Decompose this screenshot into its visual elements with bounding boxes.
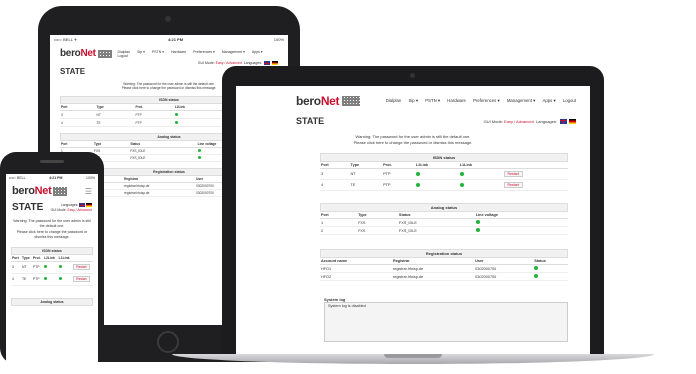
table-row: HFO1registrar.hfoisp.de0302000700 — [320, 264, 568, 274]
phone-header: beroNet ☰ — [6, 182, 98, 200]
nav-dialplan[interactable]: Dialplan — [386, 98, 402, 103]
tablet-nav-hardware[interactable]: Hardware — [171, 50, 186, 54]
status-ok-icon — [43, 264, 48, 269]
phone-flag-de-icon[interactable] — [86, 203, 92, 208]
tablet-flag-uk-icon[interactable] — [264, 61, 270, 65]
registration-section: Registration status Account name Registra… — [320, 249, 568, 282]
table-row: 2FXSFXS_IDLE — [320, 226, 568, 236]
phone-device: ••••○ BELL 4:21 PM 100% beroNet ☰ STATE … — [0, 152, 104, 364]
l2link-status-icon — [415, 182, 420, 187]
nav-management[interactable]: Management ▾ — [507, 98, 535, 103]
nav-hardware[interactable]: Hardware — [447, 98, 466, 103]
line-voltage-status-icon — [475, 220, 480, 225]
restart-button[interactable]: Restart — [503, 171, 523, 178]
analog-section: Analog status Port Type Status Line voltage… — [320, 203, 568, 236]
registration-status-icon — [534, 266, 539, 271]
tablet-nav-apps[interactable]: Apps ▾ — [252, 50, 263, 54]
table-row: 3 NT PTP Restart — [320, 168, 568, 181]
page-title: STATE — [296, 116, 325, 126]
tablet-logo-grid-icon — [97, 49, 112, 58]
phone-page-title: STATE — [12, 202, 44, 213]
warning-message: Warning: The password for the user admin… — [353, 134, 473, 145]
tablet-nav-sip[interactable]: Sip ▾ — [137, 50, 145, 54]
nav-sip[interactable]: Sip ▾ — [408, 98, 418, 103]
tablet-camera — [165, 16, 171, 22]
l1link-status-icon — [459, 182, 464, 187]
status-ok-icon — [174, 112, 178, 116]
phone-screen: ••••○ BELL 4:21 PM 100% beroNet ☰ STATE … — [6, 174, 98, 364]
tablet-flag-de-icon[interactable] — [272, 61, 278, 65]
hamburger-menu-icon[interactable]: ☰ — [85, 187, 92, 196]
restart-button[interactable]: Restart — [503, 182, 523, 189]
tablet-home-button[interactable] — [157, 331, 179, 353]
laptop-camera — [410, 73, 415, 78]
isdn-section: ISDN status Port Type Prot. L2Link L1Link 3N… — [320, 153, 568, 192]
tablet-nav-preferences[interactable]: Preferences ▾ — [193, 50, 215, 54]
status-ok-icon — [58, 264, 63, 269]
status-ok-icon — [174, 120, 178, 124]
status-ok-icon — [197, 149, 201, 152]
tablet-nav-logout[interactable]: Logout — [118, 54, 129, 58]
flag-de-icon[interactable] — [569, 118, 576, 124]
phone-warning: Warning: The password for the user admin… — [13, 219, 91, 240]
tablet-status-bar: ••••○ BELL ✈ 4:21 PM 100% — [54, 37, 284, 42]
phone-speaker — [40, 160, 64, 163]
table-row: 3 NT PTP Restart — [11, 261, 93, 274]
nav-preferences[interactable]: Preferences ▾ — [473, 98, 500, 103]
registration-status-icon — [534, 274, 539, 279]
tablet-nav-management[interactable]: Management ▾ — [222, 50, 245, 54]
mode-bar: GUI Mode: Easy / Advanced Languages: — [484, 118, 576, 124]
table-row: 4 TE PTP Restart — [320, 179, 568, 192]
table-row: HFO2registrar.hfoisp.de0302000700 — [320, 272, 568, 282]
phone-mode-bar: Languages: GUI Mode: Easy / Advanced — [50, 203, 92, 213]
laptop-header: beroNet Dialplan Sip ▾ PSTN ▾ Hardware P… — [236, 86, 590, 110]
status-ok-icon — [43, 276, 48, 281]
phone-isdn-section: ISDN status Port Type Prot. L2Link L1Link 3N… — [11, 246, 93, 286]
flag-uk-icon[interactable] — [560, 118, 567, 124]
phone-logo-grid-icon — [53, 186, 68, 196]
laptop-lid: beroNet Dialplan Sip ▾ PSTN ▾ Hardware P… — [222, 66, 604, 356]
system-log-section: System log System log is disabled — [324, 297, 568, 343]
tablet-nav: Dialplan Sip ▾ PSTN ▾ Hardware Preferenc… — [112, 50, 278, 58]
phone-analog-section: Analog status — [11, 297, 93, 306]
system-log-textarea[interactable]: System log is disabled — [324, 302, 568, 343]
tablet-logo[interactable]: beroNet — [60, 48, 96, 59]
nav-pstn[interactable]: PSTN ▾ — [425, 98, 440, 103]
restart-button[interactable]: Restart — [73, 264, 90, 271]
laptop-nav: Dialplan Sip ▾ PSTN ▾ Hardware Preferenc… — [380, 98, 576, 104]
phone-flag-uk-icon[interactable] — [79, 203, 86, 208]
laptop-notch — [384, 354, 442, 358]
status-ok-icon — [58, 276, 63, 281]
l1link-status-icon — [459, 171, 464, 176]
restart-button[interactable]: Restart — [73, 276, 90, 283]
l2link-status-icon — [415, 171, 420, 176]
phone-logo[interactable]: beroNet — [12, 185, 52, 197]
status-ok-icon — [197, 156, 201, 159]
nav-apps[interactable]: Apps ▾ — [542, 98, 555, 103]
tablet-nav-dialplan[interactable]: Dialplan — [118, 50, 131, 54]
table-row: 1 FXS FXS_IDLE — [320, 218, 568, 228]
line-voltage-status-icon — [475, 228, 480, 233]
tablet-nav-pstn[interactable]: PSTN ▾ — [152, 50, 164, 54]
tablet-header: beroNet Dialplan Sip ▾ PSTN ▾ Hardware P… — [50, 44, 288, 61]
laptop-screen: beroNet Dialplan Sip ▾ PSTN ▾ Hardware P… — [236, 86, 590, 354]
phone-status-bar: ••••○ BELL 4:21 PM 100% — [9, 176, 95, 180]
laptop-logo[interactable]: beroNet — [296, 94, 340, 108]
nav-logout[interactable]: Logout — [563, 98, 576, 103]
laptop-logo-grid-icon — [342, 96, 361, 106]
table-row: 4 TE PTP Restart — [11, 273, 93, 286]
